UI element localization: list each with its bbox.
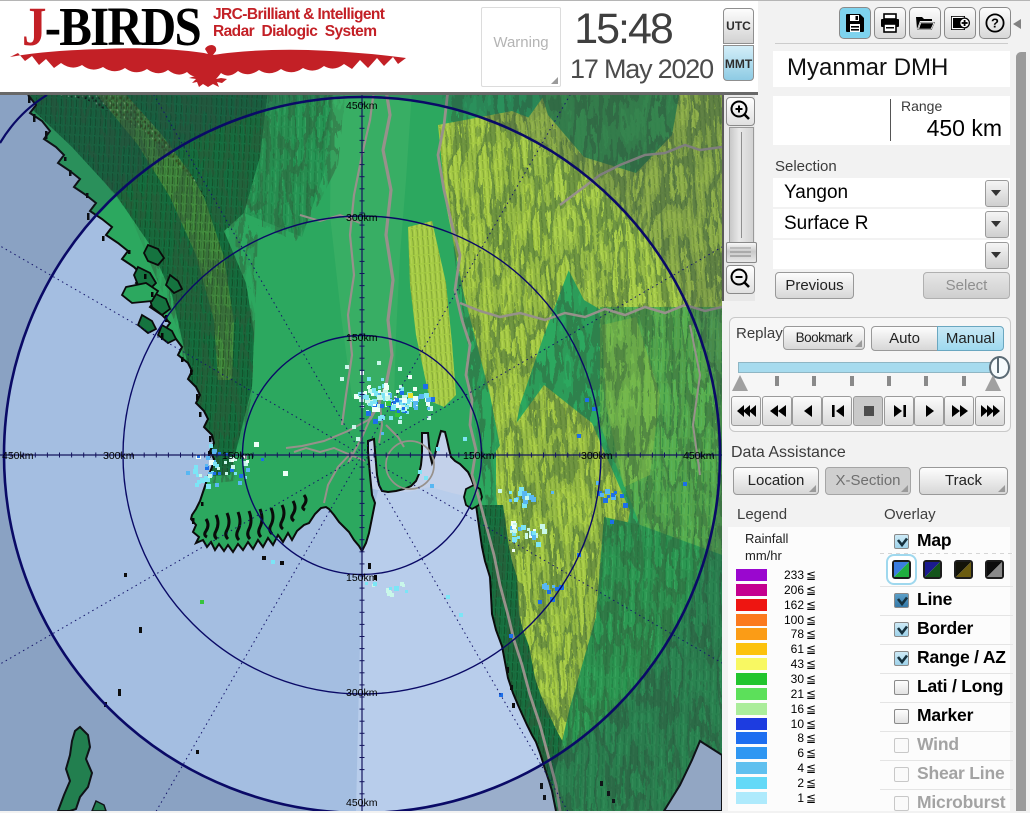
svg-text:150km: 150km [346,332,378,344]
svg-text:450km: 450km [346,797,378,809]
svg-text:300km: 300km [581,450,613,462]
svg-text:150km: 150km [463,450,495,462]
svg-text:300km: 300km [346,212,378,224]
svg-text:450km: 450km [683,450,715,462]
svg-text:?: ? [991,16,999,31]
svg-text:150km: 150km [222,450,254,462]
svg-text:300km: 300km [346,687,378,699]
svg-text:450km: 450km [2,450,34,462]
svg-text:450km: 450km [346,100,378,112]
svg-text:150km: 150km [346,572,378,584]
svg-text:300km: 300km [103,450,135,462]
